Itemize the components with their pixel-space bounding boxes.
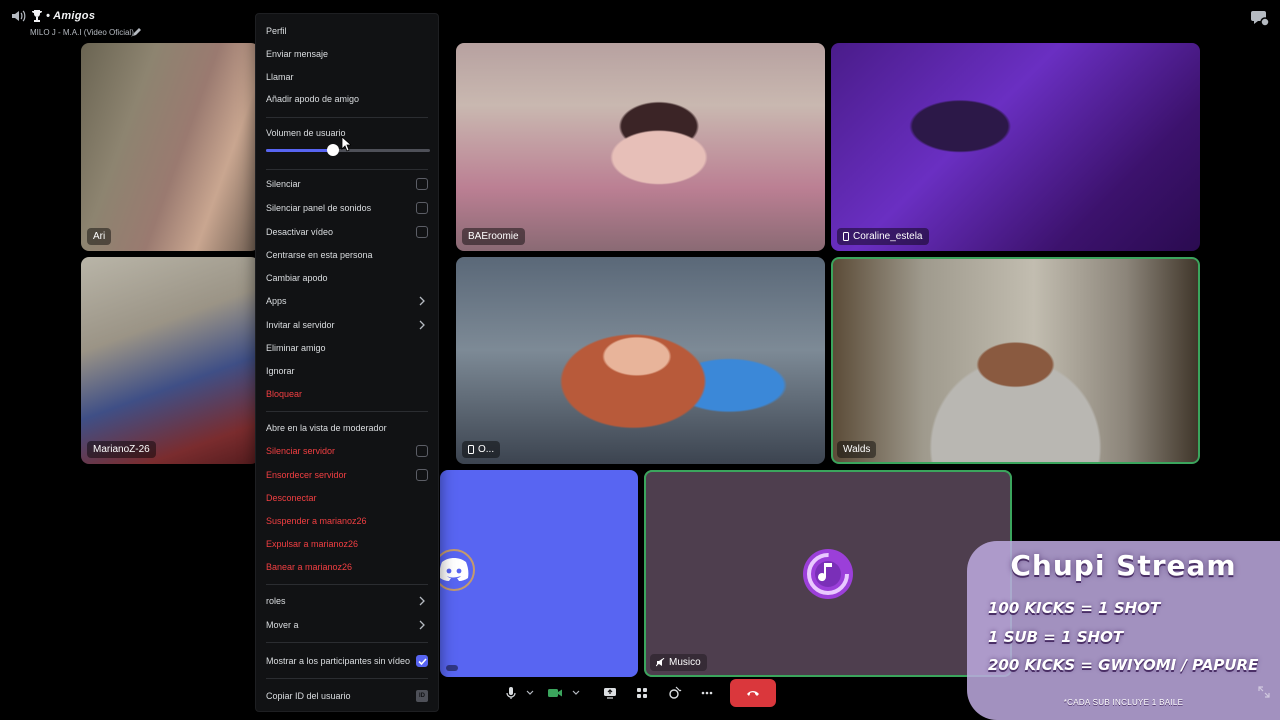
chevron-right-icon (419, 320, 425, 330)
menu-item-block[interactable]: Bloquear (266, 384, 428, 404)
participant-name: Musico (650, 654, 707, 671)
more-options-icon[interactable] (698, 685, 716, 701)
menu-item-call[interactable]: Llamar (266, 67, 428, 87)
menu-item-show-no-video[interactable]: Mostrar a los participantes sin vídeo (266, 651, 428, 671)
mute-soundboard-checkbox[interactable] (416, 202, 428, 214)
screen-share-icon[interactable] (601, 685, 619, 701)
audio-tile-discord[interactable] (440, 470, 638, 677)
menu-item-add-friend-nickname[interactable]: Añadir apodo de amigo (266, 89, 428, 109)
mobile-icon (843, 232, 849, 241)
soundboard-icon[interactable] (666, 685, 684, 701)
participant-name: BAEroomie (462, 228, 525, 245)
chevron-right-icon (419, 620, 425, 630)
menu-divider (266, 678, 428, 679)
menu-item-mute-soundboard[interactable]: Silenciar panel de sonidos (266, 198, 428, 218)
overlay-rule: 1 SUB = 1 SHOT (988, 628, 1124, 646)
channel-title: • Amigos (46, 10, 96, 22)
menu-item-server-deafen[interactable]: Ensordecer servidor (266, 465, 428, 485)
activities-icon[interactable] (633, 685, 651, 701)
overlay-title: Chupi Stream (1010, 549, 1237, 582)
slider-fill (266, 149, 334, 152)
video-tile-walds[interactable]: Walds (831, 257, 1200, 464)
video-tile-marianoz[interactable]: MarianoZ-26 (81, 257, 259, 464)
id-badge-icon: ID (416, 690, 428, 702)
menu-item-ignore[interactable]: Ignorar (266, 361, 428, 381)
menu-item-move-to[interactable]: Mover a (266, 615, 428, 635)
pencil-icon[interactable] (132, 27, 142, 37)
server-mute-checkbox[interactable] (416, 445, 428, 457)
menu-item-timeout[interactable]: Suspender a marianoz26 (266, 511, 428, 531)
music-bot-avatar-icon (803, 549, 853, 599)
menu-item-remove-friend[interactable]: Eliminar amigo (266, 338, 428, 358)
video-tile-ari[interactable]: Ari (81, 43, 259, 251)
menu-item-ban[interactable]: Banear a marianoz26 (266, 557, 428, 577)
call-control-bar (494, 677, 784, 709)
menu-item-apps[interactable]: Apps (266, 291, 428, 311)
user-context-menu: Perfil Enviar mensaje Llamar Añadir apod… (255, 13, 439, 712)
menu-item-change-nickname[interactable]: Cambiar apodo (266, 268, 428, 288)
mute-checkbox[interactable] (416, 178, 428, 190)
show-no-video-checkbox[interactable] (416, 655, 428, 667)
muted-sound-icon (656, 658, 665, 667)
hang-up-phone-icon (747, 691, 759, 696)
user-volume-label: Volumen de usuario (266, 128, 346, 138)
camera-options-chevron-icon[interactable] (567, 685, 585, 701)
discord-avatar-icon (440, 549, 475, 591)
chevron-right-icon (419, 296, 425, 306)
mobile-icon (468, 445, 474, 454)
video-tile-baeroomie[interactable]: BAEroomie (456, 43, 825, 251)
menu-item-focus-person[interactable]: Centrarse en esta persona (266, 245, 428, 265)
overlay-note: *CADA SUB INCLUYE 1 BAILE (1063, 698, 1184, 707)
menu-divider (266, 117, 428, 118)
menu-item-kick[interactable]: Expulsar a marianoz26 (266, 534, 428, 554)
expand-icon[interactable] (1258, 686, 1270, 698)
slider-knob[interactable] (327, 144, 340, 156)
participant-name (446, 665, 458, 671)
menu-item-send-message[interactable]: Enviar mensaje (266, 44, 428, 64)
speaker-icon[interactable] (10, 9, 26, 23)
menu-divider (266, 584, 428, 585)
menu-item-disable-video[interactable]: Desactivar vídeo (266, 222, 428, 242)
overlay-rule: 200 KICKS = GWIYOMI / PAPURE (988, 656, 1259, 674)
camera-icon[interactable] (546, 685, 564, 701)
participant-name: Ari (87, 228, 112, 245)
disconnect-button[interactable] (730, 679, 776, 707)
threads-icon[interactable] (1250, 9, 1270, 27)
mouse-cursor-icon (341, 136, 351, 152)
trophy-icon (32, 10, 42, 22)
menu-item-invite-server[interactable]: Invitar al servidor (266, 315, 428, 335)
menu-item-roles[interactable]: roles (266, 591, 428, 611)
call-header: • Amigos MILO J - M.A.I (Video Oficial) (0, 0, 1280, 40)
menu-item-moderator-view[interactable]: Abre en la vista de moderador (266, 418, 428, 438)
microphone-icon[interactable] (502, 685, 520, 701)
video-tile-coraline[interactable]: Coraline_estela (831, 43, 1200, 251)
disable-video-checkbox[interactable] (416, 226, 428, 238)
menu-item-profile[interactable]: Perfil (266, 21, 428, 41)
mic-options-chevron-icon[interactable] (521, 685, 539, 701)
participant-name: Coraline_estela (837, 228, 929, 245)
check-icon (418, 658, 427, 666)
activity-status: MILO J - M.A.I (Video Oficial) (30, 28, 134, 37)
participant-name: O... (462, 441, 501, 458)
menu-item-copy-user-id[interactable]: Copiar ID del usuario ID (266, 686, 428, 706)
video-tile-o[interactable]: O... (456, 257, 825, 464)
server-deafen-checkbox[interactable] (416, 469, 428, 481)
menu-divider (266, 411, 428, 412)
menu-item-mute[interactable]: Silenciar (266, 174, 428, 194)
participant-name: MarianoZ-26 (87, 441, 156, 458)
stream-overlay-panel: Chupi Stream 100 KICKS = 1 SHOT 1 SUB = … (967, 541, 1280, 720)
menu-item-disconnect[interactable]: Desconectar (266, 488, 428, 508)
audio-tile-musico[interactable]: Musico (644, 470, 1012, 677)
menu-item-server-mute[interactable]: Silenciar servidor (266, 441, 428, 461)
chevron-right-icon (419, 596, 425, 606)
overlay-rule: 100 KICKS = 1 SHOT (988, 599, 1161, 617)
menu-divider (266, 169, 428, 170)
menu-divider (266, 642, 428, 643)
participant-name: Walds (837, 441, 877, 458)
